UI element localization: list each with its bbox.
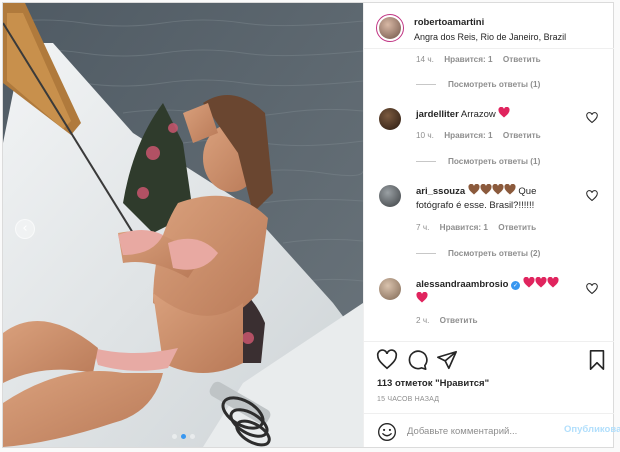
comment-likes-count[interactable]: Нравится: 1 bbox=[440, 223, 488, 232]
like-comment-heart-icon[interactable] bbox=[586, 112, 598, 124]
like-comment-heart-icon[interactable] bbox=[586, 283, 598, 295]
comment-body: Arrazow bbox=[460, 109, 496, 120]
post-location[interactable]: Angra dos Reis, Rio de Janeiro, Brazil bbox=[414, 32, 566, 42]
view-replies-label: Посмотреть ответы (2) bbox=[448, 249, 541, 258]
comment-time: 7 ч. bbox=[416, 223, 430, 232]
carousel-dot bbox=[189, 434, 195, 439]
commenter-username[interactable]: ari_ssouza bbox=[416, 186, 465, 197]
comments-list[interactable]: 14 ч. Нравится: 1 Ответить Посмотреть от… bbox=[364, 49, 614, 341]
save-bookmark-icon[interactable] bbox=[586, 349, 608, 371]
comment-bubble-icon[interactable] bbox=[406, 349, 428, 371]
comment-likes-count[interactable]: Нравится: 1 bbox=[444, 131, 492, 140]
divider bbox=[416, 253, 436, 254]
emoji-smile-icon[interactable] bbox=[377, 422, 397, 442]
like-heart-icon[interactable] bbox=[376, 349, 398, 371]
post-dialog: ‹ robertoamartini Angra dos Reis, Rio de… bbox=[2, 2, 620, 448]
comment-meta: 7 ч. Нравится: 1 Ответить bbox=[416, 223, 544, 232]
post-header: robertoamartini Angra dos Reis, Rio de J… bbox=[364, 3, 614, 49]
comment-time: 2 ч. bbox=[416, 316, 430, 325]
author-username[interactable]: robertoamartini bbox=[414, 17, 484, 28]
comment-reply-link[interactable]: Ответить bbox=[498, 223, 536, 232]
comment-reply-link[interactable]: Ответить bbox=[503, 131, 541, 140]
commenter-username[interactable]: jardelliter bbox=[416, 109, 459, 120]
view-replies-link[interactable]: Посмотреть ответы (2) bbox=[416, 249, 540, 258]
likes-count[interactable]: 113 отметок "Нравится" bbox=[377, 378, 489, 389]
verified-badge-icon: ✓ bbox=[511, 281, 521, 290]
carousel-prev-button[interactable]: ‹ bbox=[15, 219, 35, 239]
commenter-avatar[interactable] bbox=[379, 278, 401, 300]
like-comment-heart-icon[interactable] bbox=[586, 190, 598, 202]
divider bbox=[416, 161, 436, 162]
comment-reply-link[interactable]: Ответить bbox=[503, 55, 541, 64]
carousel-dot-active bbox=[180, 434, 186, 439]
commenter-avatar[interactable] bbox=[379, 108, 401, 130]
brown-hearts-emoji-icon bbox=[468, 184, 519, 197]
view-replies-link[interactable]: Посмотреть ответы (1) bbox=[416, 80, 540, 89]
post-side-panel: robertoamartini Angra dos Reis, Rio de J… bbox=[363, 3, 620, 447]
view-replies-link[interactable]: Посмотреть ответы (1) bbox=[416, 157, 540, 166]
divider bbox=[416, 84, 436, 85]
carousel-dot bbox=[171, 434, 177, 439]
post-photo[interactable]: ‹ bbox=[3, 3, 363, 447]
red-heart-emoji-icon bbox=[498, 107, 510, 118]
comment-reply-link[interactable]: Ответить bbox=[440, 316, 478, 325]
commenter-username[interactable]: alessandraambrosio bbox=[416, 279, 508, 290]
chevron-left-icon: ‹ bbox=[22, 221, 28, 236]
comment-meta: 14 ч. Нравится: 1 Ответить bbox=[416, 55, 549, 64]
comment-input[interactable] bbox=[407, 423, 557, 439]
comment-meta: 10 ч. Нравится: 1 Ответить bbox=[416, 131, 549, 140]
view-replies-label: Посмотреть ответы (1) bbox=[448, 80, 541, 89]
share-paper-plane-icon[interactable] bbox=[436, 349, 458, 371]
post-image bbox=[3, 3, 363, 447]
comment-likes-count[interactable]: Нравится: 1 bbox=[444, 55, 492, 64]
publish-comment-button[interactable]: Опубликовать bbox=[564, 424, 620, 435]
comment-text: ari_ssouza Que fotógrafo é esse. Brasil?… bbox=[416, 184, 566, 213]
post-timestamp[interactable]: 15 ЧАСОВ НАЗАД bbox=[377, 396, 439, 403]
commenter-avatar[interactable] bbox=[379, 185, 401, 207]
author-avatar[interactable] bbox=[376, 14, 404, 42]
carousel-dots bbox=[3, 434, 363, 439]
add-comment-bar: Опубликовать bbox=[364, 413, 620, 447]
comment-meta: 2 ч. Ответить bbox=[416, 316, 486, 325]
comment-text: jardelliter Arrazow bbox=[416, 107, 566, 122]
comment-time: 14 ч. bbox=[416, 55, 434, 64]
post-actions: 113 отметок "Нравится" 15 ЧАСОВ НАЗАД bbox=[364, 341, 614, 413]
comment-text: alessandraambrosio ✓ bbox=[416, 277, 566, 307]
comment-time: 10 ч. bbox=[416, 131, 434, 140]
view-replies-label: Посмотреть ответы (1) bbox=[448, 157, 541, 166]
